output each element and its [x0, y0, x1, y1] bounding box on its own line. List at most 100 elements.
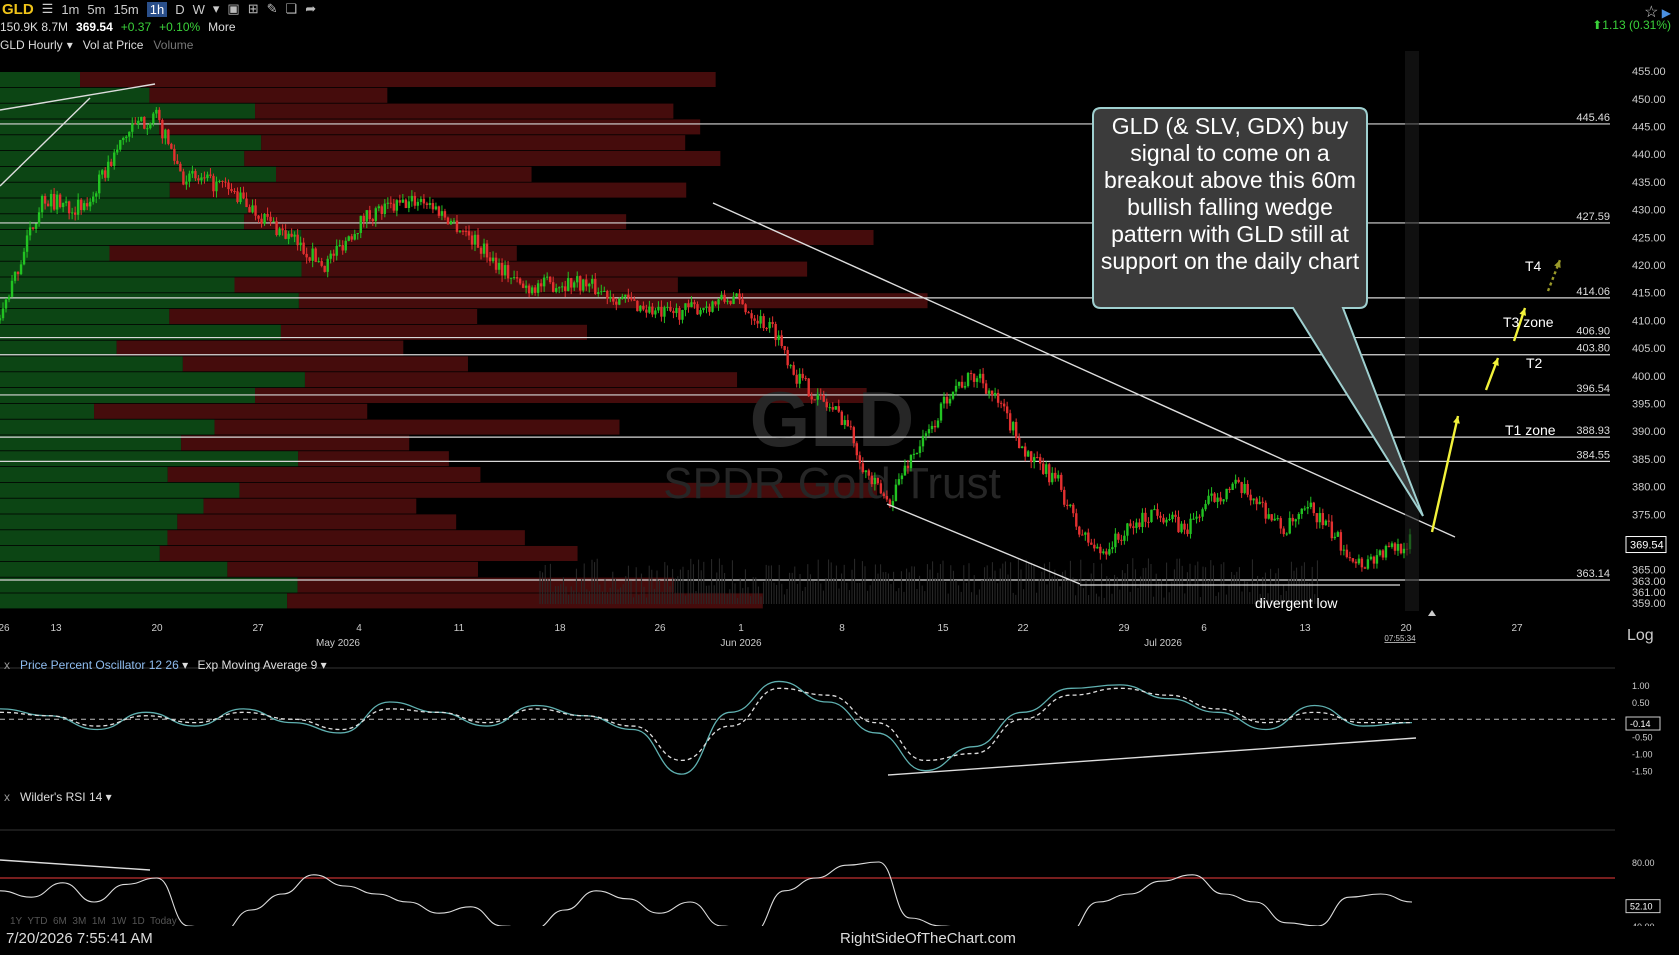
candle-body — [999, 402, 1003, 404]
vap-bar-down — [177, 514, 457, 530]
candle-body — [1069, 504, 1072, 506]
layers-icon[interactable]: ❏ — [286, 1, 298, 17]
candle-body — [266, 213, 269, 217]
candle-body — [597, 292, 600, 294]
scroll-marker-icon — [1428, 610, 1436, 616]
price-change-pct: +0.10% — [159, 20, 201, 34]
x-axis-tick: 18 — [554, 623, 566, 634]
candle-body — [810, 396, 813, 400]
candle-body — [4, 299, 8, 309]
more-button[interactable]: More — [208, 20, 235, 34]
candle-body — [1063, 489, 1066, 505]
chevron-down-icon[interactable]: ▾ — [182, 658, 188, 672]
candle-body — [386, 202, 390, 204]
candle-body — [1282, 528, 1285, 535]
chevron-down-icon[interactable]: ▾ — [106, 790, 112, 804]
menu-icon[interactable]: ☰ — [42, 1, 54, 17]
timeframe-1h[interactable]: 1h — [146, 1, 168, 17]
candle-body — [957, 381, 961, 386]
candle-body — [1276, 518, 1279, 520]
candle-body — [79, 199, 83, 211]
timeframe-W[interactable]: W — [193, 2, 205, 17]
candle-body — [101, 170, 104, 175]
timeframe-15m[interactable]: 15m — [113, 2, 138, 17]
candle-body — [1237, 479, 1240, 483]
candle-body — [524, 285, 528, 288]
chart-canvas[interactable]: GLDSPDR Gold Trust 445.46 427.59 414.06 406.… — [0, 46, 1679, 926]
candle-body — [618, 298, 621, 305]
vap-bar-down — [169, 309, 478, 324]
timeframe-D[interactable]: D — [175, 2, 184, 17]
candle-body — [1201, 509, 1204, 517]
vap-bar-up — [0, 261, 302, 277]
candle-body — [1120, 539, 1123, 541]
candle-body — [344, 240, 347, 251]
timeframe-5m[interactable]: 5m — [87, 2, 105, 17]
candle-body — [476, 234, 480, 248]
price-axis-tick: 425.00 — [1632, 232, 1666, 244]
candle-body — [1171, 514, 1174, 520]
candle-body — [1375, 555, 1379, 564]
candle-body — [1126, 523, 1129, 536]
candle-body — [362, 215, 365, 222]
candle-body — [1060, 474, 1063, 490]
candle-body — [801, 373, 804, 379]
candle-body — [239, 192, 242, 202]
candle-body — [1156, 509, 1159, 516]
vap-bar-down — [167, 467, 481, 482]
candle-body — [1294, 519, 1297, 522]
candle-body — [591, 278, 594, 284]
candle-body — [642, 305, 645, 310]
range-buttons[interactable]: 1Y YTD 6M 3M 1M 1W 1D Today — [10, 916, 177, 927]
chevron-down-icon[interactable]: ▾ — [213, 1, 220, 17]
candle-body — [735, 293, 738, 297]
candle-body — [1102, 551, 1105, 554]
candle-body — [16, 271, 20, 275]
candle-body — [1384, 545, 1388, 558]
price-axis-tick: 420.00 — [1632, 260, 1666, 272]
candle-body — [446, 217, 450, 225]
log-scale-button[interactable]: Log — [1627, 627, 1654, 645]
chevron-down-icon[interactable]: ▾ — [321, 658, 327, 672]
candle-body — [1270, 514, 1273, 521]
candle-body — [338, 245, 341, 247]
candle-body — [1216, 497, 1219, 502]
symbol-label[interactable]: GLD — [2, 1, 34, 18]
vap-bar-up — [0, 245, 110, 261]
candle-body — [1381, 550, 1385, 558]
candle-body — [1324, 520, 1328, 526]
x-axis-tick: 8 — [839, 623, 845, 634]
vap-bar-down — [244, 151, 721, 166]
compare-icon[interactable]: ▣ — [227, 1, 239, 17]
candle-body — [1315, 513, 1319, 523]
close-icon[interactable]: x — [4, 790, 10, 804]
close-icon[interactable]: x — [4, 658, 10, 672]
candle-body — [509, 277, 513, 279]
ppo-line — [0, 680, 1413, 775]
candle-body — [158, 109, 161, 121]
draw-icon[interactable]: ✎ — [267, 1, 278, 17]
candle-body — [173, 148, 176, 161]
candle-body — [876, 477, 880, 484]
ema-title[interactable]: Exp Moving Average 9 — [197, 658, 317, 672]
indicator-icon[interactable]: ⊞ — [248, 1, 259, 17]
level-label: 445.46 — [1576, 112, 1610, 124]
candle-body — [813, 399, 816, 401]
candle-body — [1279, 518, 1282, 529]
candle-body — [939, 403, 943, 421]
rsi-title[interactable]: Wilder's RSI 14 — [20, 790, 102, 804]
rsi-legend: x Wilder's RSI 14 ▾ — [4, 790, 112, 804]
candle-body — [230, 189, 233, 191]
vap-bar-down — [227, 561, 478, 577]
candle-body — [410, 195, 414, 202]
candle-body — [648, 306, 651, 313]
share-icon[interactable]: ➦ — [305, 1, 316, 17]
ppo-axis-tick: 0.50 — [1632, 698, 1650, 708]
candle-body — [1372, 556, 1376, 564]
timeframe-1m[interactable]: 1m — [61, 2, 79, 17]
candle-body — [1153, 509, 1156, 511]
candle-body — [70, 212, 74, 214]
candle-body — [134, 123, 137, 125]
candle-body — [1005, 406, 1009, 414]
ppo-title[interactable]: Price Percent Oscillator 12 26 — [20, 658, 179, 672]
